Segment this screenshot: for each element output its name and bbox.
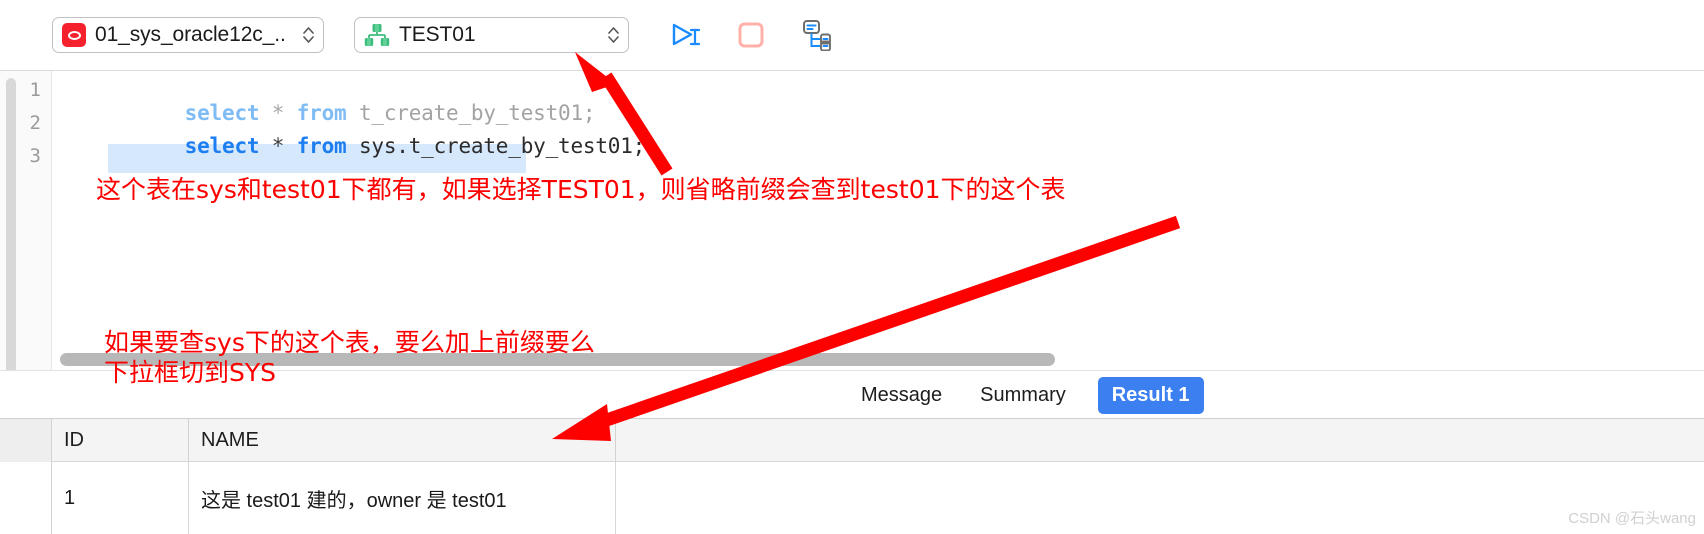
annotation-sys-note-line2: 下拉框切到SYS (104, 358, 277, 387)
column-header-filler (616, 419, 1704, 462)
toolbar: 01_sys_oracle12c_.. TEST01 (0, 0, 1704, 70)
stop-query-button[interactable] (729, 15, 773, 55)
table-row[interactable]: 1 这是 test01 建的，owner 是 test01 (0, 462, 1704, 534)
sql-client-window: 01_sys_oracle12c_.. TEST01 1 2 3 select … (0, 0, 1704, 534)
sql-table-2: sys.t_create_by_test01; (358, 134, 646, 158)
cell-name[interactable]: 这是 test01 建的，owner 是 test01 (189, 462, 616, 534)
annotation-schema-note: 这个表在sys和test01下都有，如果选择TEST01，则省略前缀会查到tes… (96, 175, 1066, 204)
explain-plan-button[interactable] (793, 15, 837, 55)
result-grid-header: ID NAME (0, 419, 1704, 462)
tab-result-1[interactable]: Result 1 (1097, 377, 1204, 414)
sql-keyword-from-2: from (296, 134, 347, 158)
sql-star-2: * (271, 134, 285, 158)
connection-selector[interactable]: 01_sys_oracle12c_.. (52, 17, 324, 53)
connection-label: 01_sys_oracle12c_.. (95, 23, 286, 46)
grid-corner-cell[interactable] (0, 419, 52, 462)
watermark: CSDN @石头wang (1568, 510, 1696, 527)
sql-keyword-select-2: select (184, 134, 260, 158)
toolbar-actions (665, 15, 837, 55)
line-number-2: 2 (29, 112, 41, 134)
tab-message[interactable]: Message (855, 380, 948, 411)
row-header-cell[interactable] (0, 462, 52, 534)
schema-stepper-up-down-icon[interactable] (606, 27, 620, 43)
database-icon (62, 23, 86, 47)
result-grid: ID NAME 1 这是 test01 建的，owner 是 test01 (0, 418, 1704, 534)
line-number-3: 3 (29, 145, 41, 167)
cell-id[interactable]: 1 (52, 462, 189, 534)
stepper-up-down-icon[interactable] (301, 27, 315, 43)
schema-label: TEST01 (399, 23, 476, 46)
schema-tree-icon (364, 23, 390, 47)
run-query-button[interactable] (665, 15, 709, 55)
tab-summary[interactable]: Summary (974, 380, 1072, 411)
column-header-id[interactable]: ID (52, 419, 189, 462)
column-header-name[interactable]: NAME (189, 419, 616, 462)
line-number-1: 1 (29, 79, 41, 101)
cell-filler (616, 462, 1704, 534)
schema-selector[interactable]: TEST01 (354, 17, 629, 53)
